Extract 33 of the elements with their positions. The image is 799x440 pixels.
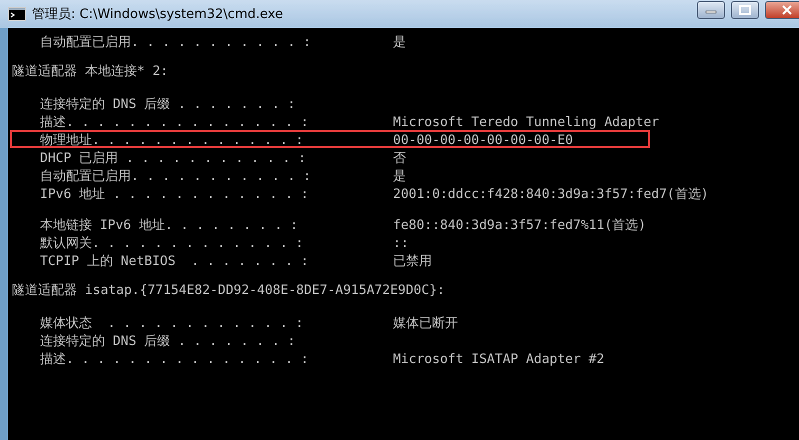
property-value: Microsoft Teredo Tunneling Adapter: [393, 114, 660, 128]
property-label: 物理地址. . . . . . . . . . . . . :: [40, 132, 304, 146]
close-icon: [781, 5, 793, 15]
property-value: 00-00-00-00-00-00-00-E0: [393, 132, 574, 146]
property-value: 否: [393, 150, 406, 164]
property-label: 连接特定的 DNS 后缀 . . . . . . . :: [40, 333, 296, 347]
property-label: 描述. . . . . . . . . . . . . . . :: [40, 114, 310, 128]
property-value: 是: [393, 168, 406, 182]
property-label: 默认网关. . . . . . . . . . . . . :: [40, 235, 304, 249]
property-value: Microsoft ISATAP Adapter #2: [393, 351, 604, 365]
minimize-button[interactable]: [697, 1, 725, 19]
property-value: 2001:0:ddcc:f428:840:3d9a:3f57:fed7(首选): [393, 186, 709, 200]
property-value: ::: [393, 235, 409, 249]
property-label: 连接特定的 DNS 后缀 . . . . . . . :: [40, 96, 296, 110]
property-label: 媒体状态 . . . . . . . . . . . . :: [40, 315, 304, 329]
window-title: 管理员: C:\Windows\system32\cmd.exe: [32, 6, 283, 23]
property-label: 描述. . . . . . . . . . . . . . . :: [40, 351, 310, 365]
property-value: 是: [393, 34, 406, 48]
property-value: fe80::840:3d9a:3f57:fed7%11(首选): [393, 217, 646, 231]
close-button[interactable]: [765, 1, 799, 19]
maximize-button[interactable]: [731, 1, 759, 19]
adapter-heading: 隧道适配器 isatap.{77154E82-DD92-408E-8DE7-A915A72E9D0C}:: [12, 282, 445, 300]
property-label: 自动配置已启用. . . . . . . . . . . :: [40, 34, 312, 48]
property-value: 媒体已断开: [393, 315, 458, 329]
property-label: 本地链接 IPv6 地址. . . . . . . . :: [40, 217, 300, 231]
maximize-icon: [739, 5, 751, 15]
property-label: DHCP 已启用 . . . . . . . . . . . :: [40, 150, 307, 164]
property-label: TCPIP 上的 NetBIOS . . . . . . . :: [40, 253, 310, 267]
property-value: 已禁用: [393, 253, 432, 267]
console-icon: [8, 7, 26, 21]
adapter-heading: 隧道适配器 本地连接* 2:: [12, 63, 168, 81]
property-label: 自动配置已启用. . . . . . . . . . . :: [40, 168, 312, 182]
property-label: IPv6 地址 . . . . . . . . . . . . :: [40, 186, 310, 200]
